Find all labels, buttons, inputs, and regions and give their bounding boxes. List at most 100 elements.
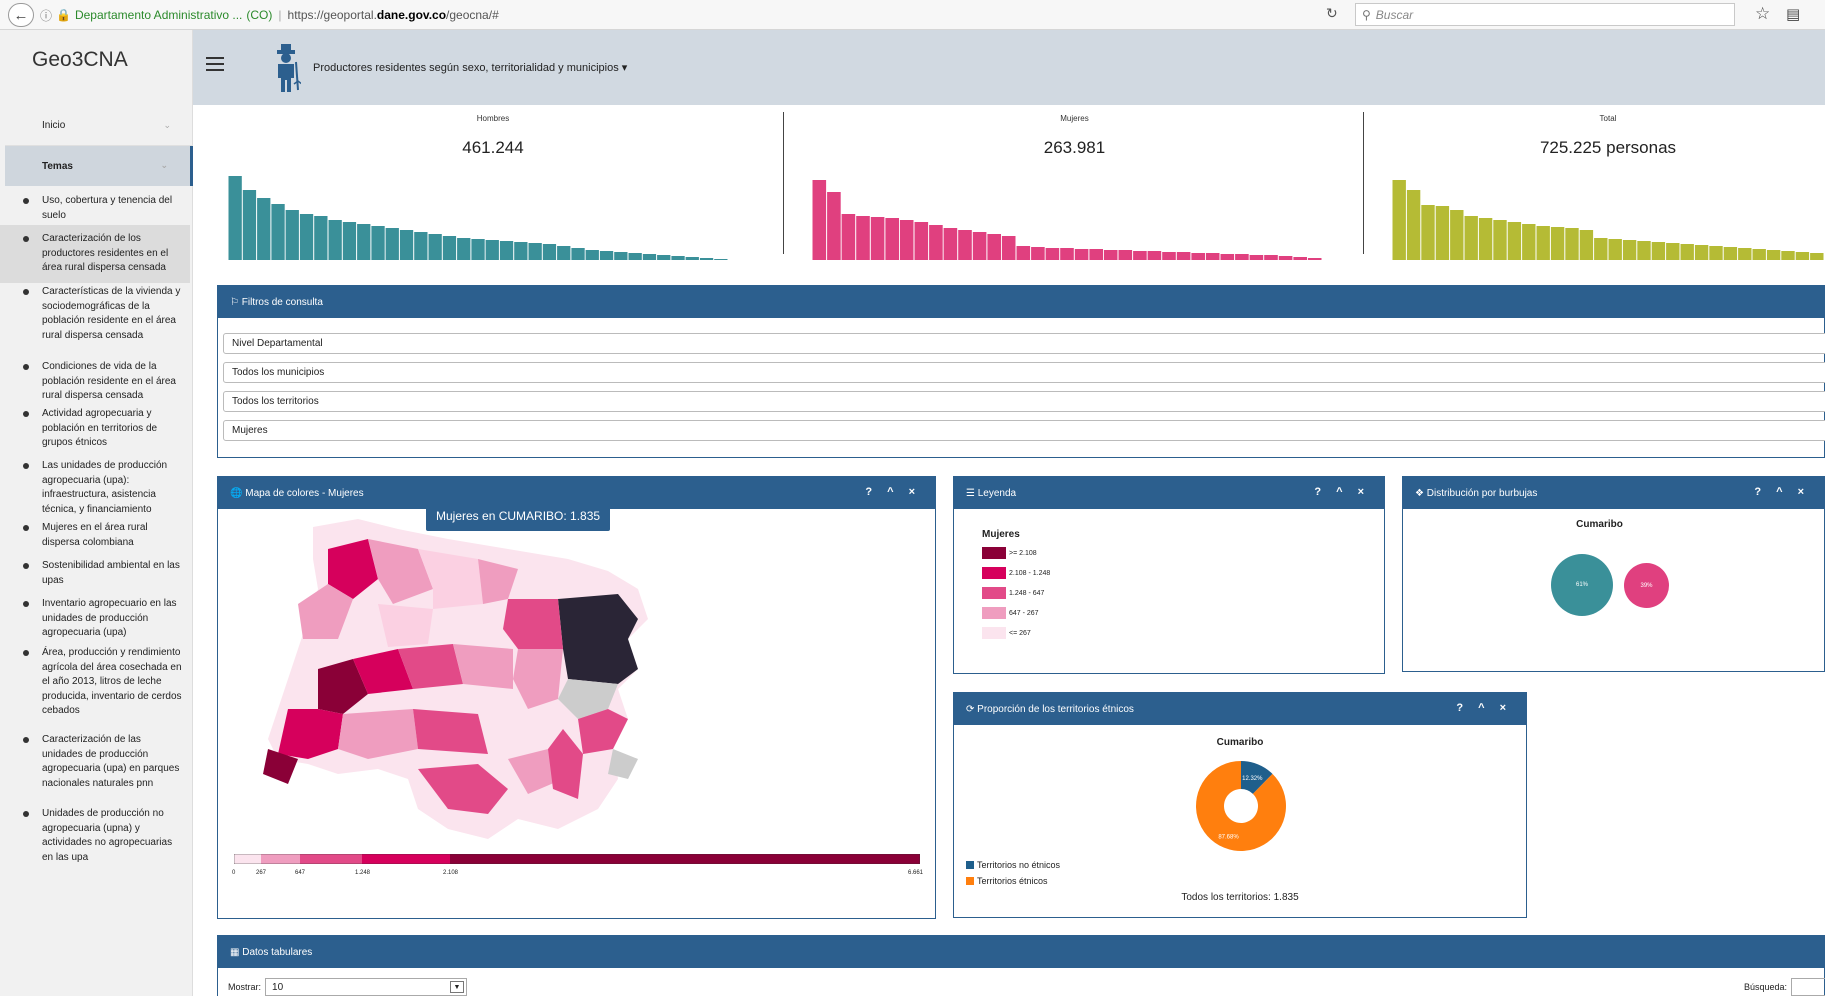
- histogram-bar: [371, 226, 385, 260]
- reading-list-icon[interactable]: ▤: [1786, 5, 1800, 23]
- histogram-bar: [414, 232, 428, 260]
- sidebar-topic[interactable]: Características de la vivienda y sociode…: [0, 285, 190, 343]
- donut-slice-etnicos[interactable]: [1196, 761, 1286, 851]
- choropleth-map[interactable]: [218, 509, 935, 849]
- bubbles-panel: ❖ Distribución por burbujas ? ^ × Cumari…: [1402, 476, 1825, 672]
- histogram-bar: [699, 258, 714, 260]
- bullet-icon: [23, 811, 29, 817]
- hamburger-menu-icon[interactable]: [206, 57, 224, 71]
- legend-swatch: [966, 861, 974, 869]
- histogram-bar: [1637, 241, 1651, 260]
- histogram-bar: [987, 234, 1001, 260]
- histogram-bar: [1392, 180, 1406, 260]
- stat-label: Mujeres: [1060, 114, 1089, 123]
- sidebar-topic[interactable]: Unidades de producción no agropecuaria (…: [0, 807, 190, 865]
- histogram-bar: [1579, 230, 1594, 260]
- panel-title: Filtros de consulta: [241, 296, 323, 308]
- histogram-bar: [228, 176, 242, 260]
- histogram-bar: [1249, 255, 1264, 260]
- reload-icon[interactable]: ↻: [1326, 5, 1338, 22]
- histogram-bar: [1133, 251, 1147, 260]
- chevron-down-icon: ⌄: [160, 160, 168, 170]
- legend-item: 647 - 267: [982, 607, 1039, 619]
- filter-nivel-select[interactable]: Nivel Departamental: [223, 333, 1825, 354]
- filter-sexo-select[interactable]: Mujeres: [223, 420, 1825, 441]
- sidebar-topic[interactable]: Área, producción y rendimiento agrícola …: [0, 646, 190, 719]
- sidebar: Geo3CNA Inicio ⌄ Temas ⌄ Uso, cobertura …: [0, 30, 193, 996]
- table-search-input[interactable]: [1791, 978, 1825, 996]
- histogram-bar: [1045, 248, 1060, 260]
- histogram-bar: [929, 225, 943, 260]
- histogram-bar: [571, 248, 585, 260]
- app-root: ← ⓘ 🔒 Departamento Administrativo ... (C…: [0, 0, 1825, 996]
- histogram-bar: [242, 190, 257, 260]
- histogram-bar: [827, 192, 841, 260]
- histogram-hombres: [228, 176, 728, 260]
- donut-chart[interactable]: 12.32% 87.68%: [1194, 759, 1288, 853]
- scale-tick-label: 1.248: [355, 870, 371, 876]
- stat-hombres: Hombres 461.244: [228, 108, 758, 260]
- search-icon: ⚲: [1362, 7, 1371, 22]
- panel-title: Leyenda: [977, 487, 1017, 499]
- legend-item: Territorios no étnicos: [966, 860, 1060, 870]
- chevron-down-icon: ⌄: [163, 120, 171, 130]
- legend-swatch: [982, 607, 1006, 619]
- bubble-mujeres[interactable]: 39%: [1624, 563, 1669, 608]
- stat-label: Total: [1599, 114, 1617, 123]
- sidebar-item-temas[interactable]: Temas ⌄: [5, 146, 193, 186]
- browser-search-input[interactable]: ⚲ Buscar: [1355, 3, 1735, 26]
- histogram-bar: [1235, 254, 1249, 260]
- legend-item: Territorios étnicos: [966, 876, 1048, 886]
- sidebar-topic[interactable]: Actividad agropecuaria y población en te…: [0, 407, 190, 451]
- map-region[interactable]: [413, 709, 488, 754]
- page-length-select[interactable]: 10 ▼: [265, 978, 468, 996]
- map-tooltip: Mujeres en CUMARIBO: 1.835: [426, 501, 611, 531]
- bubble-hombres[interactable]: 61%: [1551, 554, 1613, 616]
- panel-controls[interactable]: ? ^ ×: [1456, 702, 1512, 714]
- brand-logo[interactable]: Geo3CNA: [32, 48, 128, 72]
- histogram-bar: [1507, 222, 1522, 260]
- back-button[interactable]: ←: [8, 3, 34, 27]
- sidebar-topic[interactable]: Las unidades de producción agropecuaria …: [0, 459, 190, 517]
- filter-municipios-select[interactable]: Todos los municipios: [223, 362, 1825, 383]
- histogram-bar: [557, 246, 571, 260]
- histogram-bar: [1810, 253, 1824, 260]
- panel-controls[interactable]: ? ^ ×: [865, 486, 921, 498]
- filter-territorios-select[interactable]: Todos los territorios: [223, 391, 1825, 412]
- panel-controls[interactable]: ? ^ ×: [1754, 486, 1810, 498]
- bookmark-star-icon[interactable]: ☆: [1755, 4, 1770, 24]
- panel-title: Distribución por burbujas: [1426, 487, 1538, 499]
- sidebar-item-inicio[interactable]: Inicio ⌄: [5, 106, 193, 146]
- scale-tick-label: 6.661: [908, 870, 924, 876]
- histogram-bar: [314, 216, 328, 260]
- site-country: (CO): [246, 8, 273, 22]
- legend-swatch: [982, 587, 1006, 599]
- histogram-bar: [1307, 258, 1322, 260]
- address-bar[interactable]: ⓘ 🔒 Departamento Administrativo ... (CO)…: [40, 4, 1340, 26]
- map-panel: 🌐 Mapa de colores - Mujeres ? ^ × Mujere…: [217, 476, 936, 919]
- total-label: Todos los territorios: 1.835: [1181, 892, 1299, 903]
- sidebar-topic[interactable]: Mujeres en el área rural dispersa colomb…: [0, 521, 190, 550]
- histogram-bar: [1608, 239, 1622, 260]
- stat-value: 263.981: [1043, 138, 1106, 157]
- info-icon[interactable]: ⓘ: [40, 7, 52, 24]
- histogram-bar: [1493, 220, 1507, 260]
- histogram-bar: [628, 253, 642, 260]
- histogram-bar: [1709, 246, 1723, 260]
- indicator-selector[interactable]: Productores residentes según sexo, terri…: [313, 61, 627, 74]
- sidebar-topic[interactable]: Condiciones de vida de la población resi…: [0, 360, 190, 404]
- histogram-bar: [385, 228, 399, 260]
- histogram-bar: [1478, 218, 1493, 260]
- map-region-cumaribo[interactable]: [558, 594, 638, 684]
- sidebar-topic-active[interactable]: Caracterización de los productores resid…: [0, 225, 190, 283]
- histogram-bar: [1147, 251, 1162, 260]
- sidebar-topic[interactable]: Inventario agropecuario en las unidades …: [0, 597, 190, 641]
- tabular-data-panel: ▦ Datos tabulares Mostrar: 10 ▼ Búsqueda:: [217, 935, 1825, 996]
- histogram-bar: [599, 251, 614, 260]
- sidebar-topic[interactable]: Caracterización de las unidades de produ…: [0, 733, 190, 791]
- panel-controls[interactable]: ? ^ ×: [1314, 486, 1370, 498]
- url-text[interactable]: https://geoportal.dane.gov.co/geocna/#: [288, 8, 499, 22]
- sidebar-topic[interactable]: Uso, cobertura y tenencia del suelo: [0, 194, 190, 223]
- histogram-bar: [1191, 253, 1205, 260]
- sidebar-topic[interactable]: Sostenibilidad ambiental en las upas: [0, 559, 190, 588]
